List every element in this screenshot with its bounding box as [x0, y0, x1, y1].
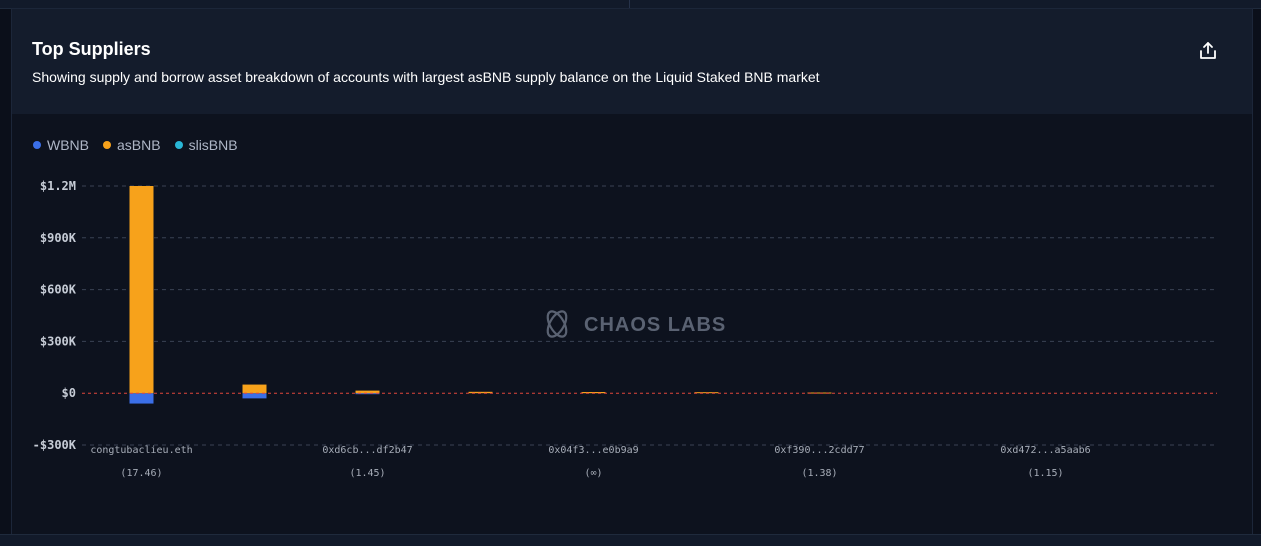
watermark: CHAOS LABS [546, 310, 726, 338]
bar-asbnb-1[interactable] [242, 384, 267, 394]
x-tick-value: (∞) [584, 468, 602, 479]
watermark-text: CHAOS LABS [584, 314, 726, 336]
y-tick-label: $0 [62, 386, 76, 400]
x-tick-label: 0xf390...2cdd77 [774, 445, 864, 456]
panel-divider [629, 0, 630, 8]
bar-wbnb-1[interactable] [242, 393, 267, 399]
x-tick-label: 0x04f3...e0b9a9 [548, 445, 638, 456]
top-suppliers-card: Top Suppliers Showing supply and borrow … [11, 8, 1253, 535]
chaos-labs-logo-icon [546, 310, 568, 338]
x-label-layer: congtubaclieu.eth (17.46) 0xd6cb...df2b47 (… [90, 445, 1090, 479]
y-tick-label: $300K [40, 334, 77, 348]
x-tick-value: (1.38) [801, 468, 837, 479]
bar-chart: $1.2M$900K$600K$300K$0-$300K CHAOS LABS … [33, 179, 1217, 479]
y-tick-label: $900K [40, 231, 77, 245]
x-tick-label: congtubaclieu.eth [90, 445, 192, 456]
x-tick-value: (17.46) [120, 468, 162, 479]
bottom-panel-edge [0, 534, 1261, 546]
x-tick-label: 0xd6cb...df2b47 [322, 445, 412, 456]
bar-layer [129, 186, 832, 404]
x-tick-value: (1.45) [349, 468, 385, 479]
x-tick-label: 0xd472...a5aab6 [1000, 445, 1090, 456]
bar-wbnb-0[interactable] [129, 393, 154, 404]
bar-asbnb-0[interactable] [129, 186, 154, 394]
y-tick-label: $1.2M [40, 179, 76, 193]
y-tick-label: -$300K [33, 438, 77, 452]
x-tick-value: (1.15) [1027, 468, 1063, 479]
y-tick-label: $600K [40, 283, 77, 297]
